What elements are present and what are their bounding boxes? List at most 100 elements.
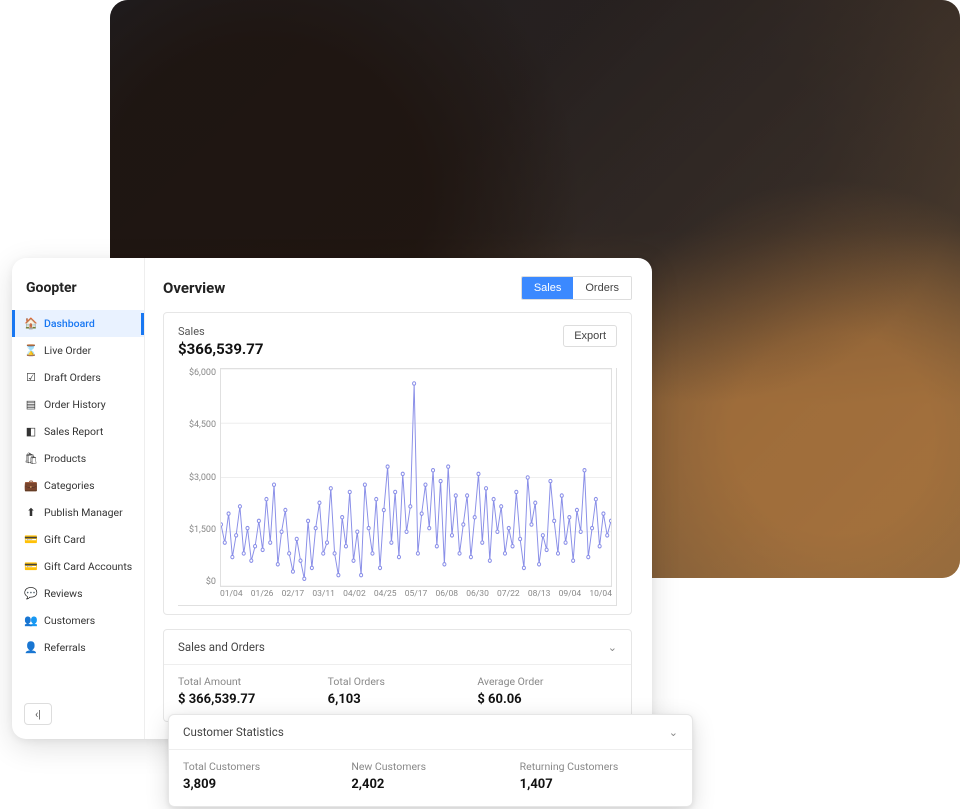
sidebar-item-label: Reviews (44, 587, 83, 600)
stat-label: Total Amount (178, 675, 318, 688)
hourglass-icon: ⌛ (25, 344, 37, 357)
y-tick: $3,000 (176, 473, 216, 483)
x-tick: 08/13 (528, 589, 551, 605)
chevron-down-icon: ⌄ (608, 641, 617, 654)
sidebar-item-label: Dashboard (44, 317, 95, 330)
stat-label: Total Customers (183, 760, 341, 773)
sidebar-item-label: Draft Orders (44, 371, 101, 384)
stat-value: 2,402 (351, 777, 509, 792)
sales-chart-card: Sales $366,539.77 Export $6,000 $4,500 $… (163, 312, 632, 615)
sidebar-item-label: Gift Card Accounts (44, 560, 132, 573)
stat-value: $ 366,539.77 (178, 692, 318, 707)
sidebar-item-customers[interactable]: 👥 Customers (12, 607, 144, 634)
customer-stats-row: Total Customers 3,809 New Customers 2,40… (169, 750, 692, 806)
chevron-left-icon: ‹| (35, 708, 41, 721)
customer-statistics-card: Customer Statistics ⌄ Total Customers 3,… (168, 714, 693, 807)
tab-sales[interactable]: Sales (522, 277, 574, 299)
x-tick: 04/25 (374, 589, 397, 605)
stat-avg-order: Average Order $ 60.06 (477, 675, 617, 707)
chevron-down-icon: ⌄ (669, 726, 678, 739)
main-content: Overview Sales Orders Sales $366,539.77 … (145, 258, 652, 739)
export-button[interactable]: Export (563, 325, 617, 347)
sales-orders-panel-header[interactable]: Sales and Orders ⌄ (164, 630, 631, 665)
sidebar-item-label: Gift Card (44, 533, 85, 546)
sidebar-item-label: Categories (44, 479, 95, 492)
stat-returning-customers: Returning Customers 1,407 (520, 760, 678, 792)
y-tick: $6,000 (176, 368, 216, 378)
x-tick: 03/11 (312, 589, 335, 605)
page-title: Overview (163, 279, 225, 297)
stat-new-customers: New Customers 2,402 (351, 760, 509, 792)
customer-stats-header[interactable]: Customer Statistics ⌄ (169, 715, 692, 750)
sidebar-item-order-history[interactable]: ▤ Order History (12, 391, 144, 418)
users-icon: 👥 (25, 614, 37, 627)
sidebar-item-sales-report[interactable]: ◧ Sales Report (12, 418, 144, 445)
check-icon: ☑ (25, 371, 37, 384)
collapse-sidebar-button[interactable]: ‹| (24, 703, 52, 725)
upload-icon: ⬆ (25, 506, 37, 519)
y-tick: $0 (176, 577, 216, 587)
tab-orders[interactable]: Orders (573, 277, 631, 299)
report-icon: ◧ (25, 425, 37, 438)
chat-icon: 💬 (25, 587, 37, 600)
brand-logo: Goopter (12, 280, 144, 310)
panel-title: Customer Statistics (183, 725, 284, 739)
panel-title: Sales and Orders (178, 640, 265, 654)
sidebar-item-dashboard[interactable]: 🏠 Dashboard (12, 310, 144, 337)
stat-total-customers: Total Customers 3,809 (183, 760, 341, 792)
stat-value: 6,103 (328, 692, 468, 707)
sidebar-item-reviews[interactable]: 💬 Reviews (12, 580, 144, 607)
sidebar-item-draft-orders[interactable]: ☑ Draft Orders (12, 364, 144, 391)
x-tick: 10/04 (589, 589, 612, 605)
chart-area: $6,000 $4,500 $3,000 $1,500 $0 01/04 01/… (178, 368, 617, 606)
sidebar-item-categories[interactable]: 💼Categories (12, 472, 144, 499)
chart-total-value: $366,539.77 (178, 340, 264, 358)
sales-orders-stats: Total Amount $ 366,539.77 Total Orders 6… (164, 665, 631, 721)
bag-icon: 🛍 (25, 452, 37, 465)
main-header: Overview Sales Orders (163, 276, 632, 300)
list-icon: ▤ (25, 398, 37, 411)
chart-label: Sales (178, 325, 264, 338)
sidebar-item-label: Customers (44, 614, 95, 627)
x-tick: 01/04 (220, 589, 243, 605)
sidebar-item-publish-manager[interactable]: ⬆ Publish Manager (12, 499, 144, 526)
sidebar-item-products[interactable]: 🛍 Products (12, 445, 144, 472)
sidebar: Goopter 🏠 Dashboard ⌛ Live Order ☑ Draft Or… (12, 258, 145, 739)
stat-value: $ 60.06 (477, 692, 617, 707)
sidebar-item-gift-card-accounts[interactable]: 💳 Gift Card Accounts (12, 553, 144, 580)
y-axis-labels: $6,000 $4,500 $3,000 $1,500 $0 (176, 368, 216, 587)
sales-orders-panel: Sales and Orders ⌄ Total Amount $ 366,53… (163, 629, 632, 722)
y-tick: $4,500 (176, 420, 216, 430)
stat-total-amount: Total Amount $ 366,539.77 (178, 675, 318, 707)
sidebar-item-label: Order History (44, 398, 106, 411)
x-tick: 02/17 (282, 589, 305, 605)
stat-value: 3,809 (183, 777, 341, 792)
sidebar-item-referrals[interactable]: 👤 Referrals (12, 634, 144, 661)
x-tick: 01/26 (251, 589, 274, 605)
sidebar-item-label: Publish Manager (44, 506, 123, 519)
x-tick: 06/30 (466, 589, 489, 605)
stat-label: Total Orders (328, 675, 468, 688)
nav-list: 🏠 Dashboard ⌛ Live Order ☑ Draft Orders ▤ Or… (12, 310, 144, 661)
sales-line-chart (221, 369, 611, 586)
user-icon: 👤 (25, 641, 37, 654)
sidebar-item-label: Referrals (44, 641, 86, 654)
sidebar-item-gift-card[interactable]: 💳 Gift Card (12, 526, 144, 553)
sidebar-item-label: Sales Report (44, 425, 103, 438)
card-icon: 💳 (25, 533, 37, 546)
y-tick: $1,500 (176, 525, 216, 535)
stat-label: New Customers (351, 760, 509, 773)
sales-orders-toggle: Sales Orders (521, 276, 632, 300)
home-icon: 🏠 (25, 317, 37, 330)
card-icon: 💳 (25, 560, 37, 573)
plot-region[interactable] (220, 368, 612, 587)
x-axis-labels: 01/04 01/26 02/17 03/11 04/02 04/25 05/1… (220, 589, 612, 605)
x-tick: 04/02 (343, 589, 366, 605)
sidebar-item-label: Live Order (44, 344, 91, 357)
stat-total-orders: Total Orders 6,103 (328, 675, 468, 707)
stat-label: Returning Customers (520, 760, 678, 773)
x-tick: 05/17 (405, 589, 428, 605)
x-tick: 07/22 (497, 589, 520, 605)
sidebar-item-live-order[interactable]: ⌛ Live Order (12, 337, 144, 364)
sidebar-item-label: Products (44, 452, 86, 465)
